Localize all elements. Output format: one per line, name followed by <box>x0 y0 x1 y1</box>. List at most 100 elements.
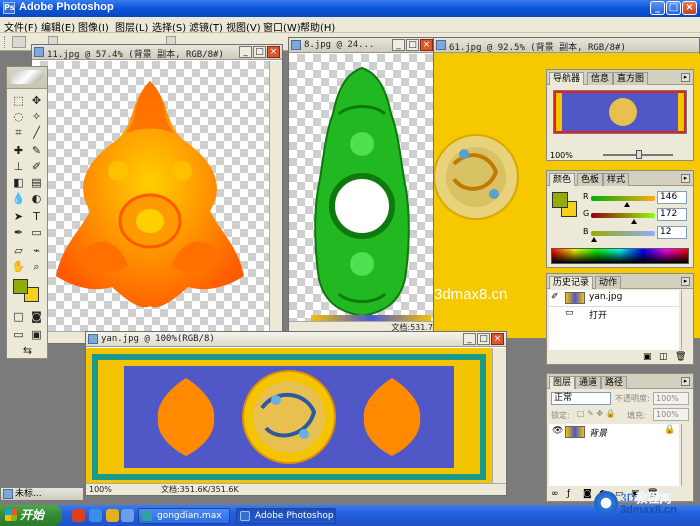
eraser-tool-icon[interactable]: ◧ <box>10 175 27 190</box>
green-slider[interactable] <box>591 213 655 218</box>
minimize-button[interactable]: _ <box>239 46 252 58</box>
maximize-button[interactable]: □ <box>666 1 681 15</box>
vertical-scrollbar[interactable] <box>681 290 693 350</box>
tab-styles[interactable]: 样式 <box>603 173 630 186</box>
toolbox-header[interactable] <box>7 67 47 89</box>
close-button[interactable]: × <box>420 39 433 51</box>
foreground-color-swatch[interactable] <box>552 192 568 208</box>
brush-tool-icon[interactable]: ✎ <box>28 143 45 158</box>
layer-style-icon[interactable]: ƒ <box>567 489 570 499</box>
minimize-button[interactable]: _ <box>650 1 665 15</box>
history-brush-icon[interactable]: ✐ <box>28 159 45 174</box>
document-title-bar[interactable]: 8.jpg @ 24... _ □ × <box>289 38 435 53</box>
red-value[interactable]: 146 <box>657 191 687 204</box>
palette-menu-icon[interactable]: ▸ <box>681 73 690 82</box>
maximize-button[interactable]: □ <box>406 39 419 51</box>
tab-swatches[interactable]: 色板 <box>577 173 604 186</box>
taskbar-item-photoshop[interactable]: Adobe Photoshop <box>236 508 336 524</box>
new-snapshot-icon[interactable]: ◫ <box>659 352 668 362</box>
dodge-tool-icon[interactable]: ◐ <box>28 191 45 206</box>
tab-color[interactable]: 颜色 <box>549 173 576 186</box>
canvas-transparent[interactable] <box>32 61 270 331</box>
document-window-11[interactable]: 11.jpg @ 57.4% (背景 副本, RGB/8#) _ □ × 7% <box>31 44 283 344</box>
tab-histogram[interactable]: 直方图 <box>613 72 649 85</box>
menu-window[interactable]: 窗口(W) <box>263 19 301 34</box>
tab-paths[interactable]: 路径 <box>601 376 628 389</box>
link-icon[interactable]: ∞ <box>551 489 559 499</box>
tab-actions[interactable]: 动作 <box>595 276 622 289</box>
document-window-8[interactable]: 8.jpg @ 24... _ □ × 文档:531.7 <box>288 37 436 334</box>
vertical-scrollbar[interactable] <box>269 61 282 331</box>
taskbar-item-max[interactable]: gongdian.max <box>138 508 230 524</box>
path-select-icon[interactable]: ➤ <box>10 209 27 224</box>
fill-field[interactable]: 100% <box>653 408 689 421</box>
grip-icon[interactable] <box>4 36 7 48</box>
eye-icon[interactable]: 👁 <box>552 426 563 436</box>
menu-view[interactable]: 视图(V) <box>226 19 261 34</box>
green-value[interactable]: 172 <box>657 208 687 221</box>
standard-mode-icon[interactable]: □ <box>10 309 27 324</box>
menu-filter[interactable]: 滤镜(T) <box>189 19 223 34</box>
blur-tool-icon[interactable]: 💧 <box>10 191 27 206</box>
close-button[interactable]: × <box>267 46 280 58</box>
lock-icons[interactable]: □ ✎ ✥ 🔒 <box>577 409 616 418</box>
tab-info[interactable]: 信息 <box>587 72 614 85</box>
palette-menu-icon[interactable]: ▸ <box>681 277 690 286</box>
blue-value[interactable]: 12 <box>657 226 687 239</box>
menu-layer[interactable]: 图层(L) <box>115 19 148 34</box>
quicklaunch-icon-4[interactable] <box>121 509 134 522</box>
color-ramp[interactable] <box>551 248 689 264</box>
start-button[interactable]: 开始 <box>0 505 62 526</box>
palette-menu-icon[interactable]: ▸ <box>681 174 690 183</box>
gradient-tool-icon[interactable]: ▤ <box>28 175 45 190</box>
layer-row-background[interactable]: 👁 背景 🔒 <box>549 424 679 440</box>
move-tool-icon[interactable]: ✥ <box>28 93 45 108</box>
shape-tool-icon[interactable]: ▭ <box>28 225 45 240</box>
vertical-scrollbar[interactable] <box>492 348 506 486</box>
palette-menu-icon[interactable]: ▸ <box>681 377 690 386</box>
screen-mode-2-icon[interactable]: ▣ <box>28 327 45 342</box>
navigator-zoom[interactable]: 100% <box>550 151 573 160</box>
tab-channels[interactable]: 通道 <box>575 376 602 389</box>
green-slider-thumb[interactable] <box>630 219 637 224</box>
jump-to-imageready-icon[interactable]: ⇆ <box>19 343 36 358</box>
blue-slider-thumb[interactable] <box>591 237 598 242</box>
new-document-icon[interactable]: ▣ <box>643 352 652 362</box>
stamp-tool-icon[interactable]: ⊥ <box>10 159 27 174</box>
tool-preset-icon[interactable] <box>12 36 26 48</box>
healing-brush-icon[interactable]: ✚ <box>10 143 27 158</box>
menu-file[interactable]: 文件(F) <box>4 19 38 34</box>
maximize-button[interactable]: □ <box>253 46 266 58</box>
document-title-bar[interactable]: 11.jpg @ 57.4% (背景 副本, RGB/8#) _ □ × <box>32 45 282 60</box>
trash-icon[interactable]: 🗑 <box>675 352 686 362</box>
history-snapshot-row[interactable]: ✐ yan.jpg <box>549 290 679 306</box>
app-title-bar[interactable]: Ps Adobe Photoshop _ □ × <box>0 0 700 17</box>
maximize-button[interactable]: □ <box>477 333 490 345</box>
menu-edit[interactable]: 编辑(E) <box>41 19 75 34</box>
menu-image[interactable]: 图像(I) <box>78 19 109 34</box>
menu-help[interactable]: 帮助(H) <box>300 19 335 34</box>
blue-slider[interactable] <box>591 231 655 236</box>
quicklaunch-icon-1[interactable] <box>72 509 85 522</box>
document-title-bar[interactable]: 61.jpg @ 92.5% (背景 副本, RGB/8#) <box>434 38 699 53</box>
zoom-tool-icon[interactable]: ⌕ <box>28 259 45 274</box>
blend-mode-select[interactable]: 正常 <box>551 392 611 405</box>
red-slider[interactable] <box>591 196 655 201</box>
lasso-tool-icon[interactable]: ◌ <box>10 109 27 124</box>
history-step-row[interactable]: ▭ 打开 <box>549 306 679 321</box>
canvas-transparent[interactable] <box>289 54 435 322</box>
slice-tool-icon[interactable]: ╱ <box>28 125 45 140</box>
zoom-level[interactable]: 100% <box>89 484 112 495</box>
close-button[interactable]: × <box>491 333 504 345</box>
foreground-color-swatch[interactable] <box>13 279 28 294</box>
view-box[interactable] <box>554 91 686 133</box>
quicklaunch-ie-icon[interactable] <box>89 509 102 522</box>
type-tool-icon[interactable]: T <box>28 209 45 224</box>
close-button[interactable]: × <box>682 1 697 15</box>
screen-mode-1-icon[interactable]: ▭ <box>10 327 27 342</box>
mask-icon[interactable]: ◙ <box>583 489 592 499</box>
minimize-button[interactable]: _ <box>463 333 476 345</box>
tab-navigator[interactable]: 导航器 <box>549 72 585 85</box>
tab-layers[interactable]: 图层 <box>549 376 576 389</box>
navigator-thumbnail[interactable] <box>553 90 687 134</box>
